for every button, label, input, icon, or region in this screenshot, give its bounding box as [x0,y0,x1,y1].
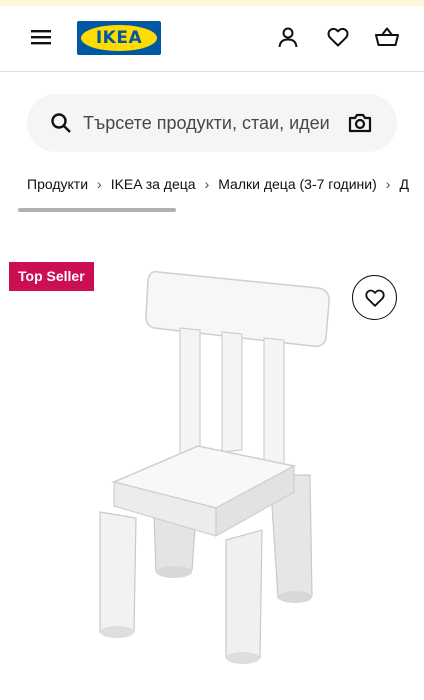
breadcrumb: Продукти › IKEA за деца › Малки деца (3-7 го… [27,175,424,195]
logo-text: IKEA [95,28,143,48]
top-seller-badge: Top Seller [9,262,94,291]
product-image[interactable] [88,260,348,700]
heart-icon [327,27,349,47]
breadcrumb-scrollbar[interactable] [18,208,406,212]
breadcrumb-separator: › [97,176,102,193]
breadcrumb-item-small-kids[interactable]: Малки деца (3-7 години) [218,176,377,192]
breadcrumb-item-products[interactable]: Продукти [27,176,88,192]
logo-ellipse: IKEA [81,25,157,51]
basket-icon [375,27,399,46]
breadcrumb-item-truncated[interactable]: Д [399,176,408,192]
user-icon [278,27,298,48]
search-bar[interactable] [27,94,397,152]
account-button[interactable] [273,22,303,52]
site-header: IKEA [0,6,424,72]
wishlist-button[interactable] [323,22,353,52]
menu-icon [31,30,51,45]
menu-button[interactable] [26,22,56,52]
breadcrumb-item-ikea-kids[interactable]: IKEA за деца [111,176,196,192]
breadcrumb-separator: › [204,176,210,193]
basket-button[interactable] [372,22,402,52]
breadcrumb-separator: › [385,176,391,193]
search-input[interactable] [83,108,341,138]
add-to-favorites-button[interactable] [352,275,397,320]
search-icon [51,113,71,133]
camera-icon[interactable] [347,110,373,136]
heart-icon [364,289,385,307]
scrollbar-thumb[interactable] [18,208,176,212]
ikea-logo[interactable]: IKEA [77,21,161,55]
